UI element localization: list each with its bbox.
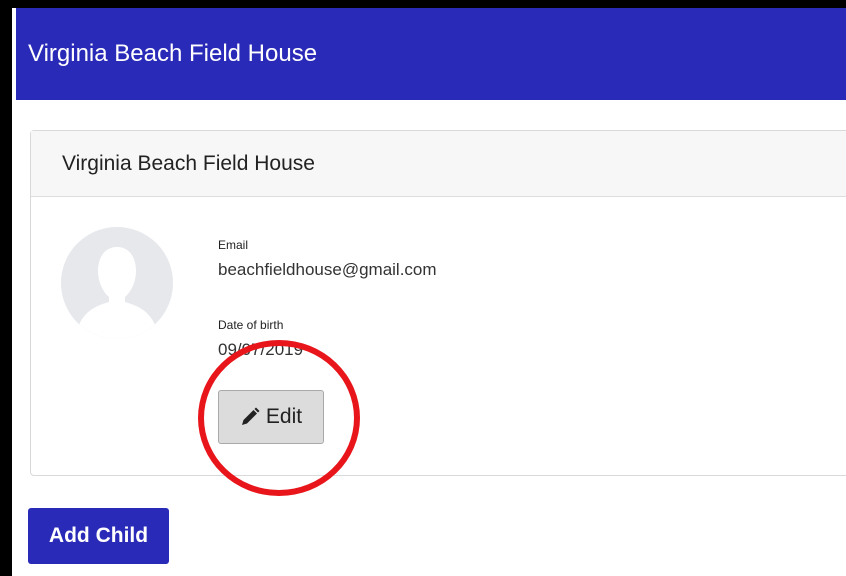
profile-card: Virginia Beach Field House Email beachfi…	[30, 130, 846, 476]
dob-label: Date of birth	[218, 318, 284, 332]
app-title: Virginia Beach Field House	[28, 40, 318, 67]
user-silhouette-icon	[61, 227, 173, 339]
app-header: Virginia Beach Field House	[16, 8, 846, 100]
app-frame: Virginia Beach Field House Virginia Beac…	[12, 8, 846, 576]
pencil-icon	[241, 407, 260, 425]
card-header: Virginia Beach Field House	[31, 131, 846, 197]
email-label: Email	[218, 238, 249, 252]
edit-button[interactable]: Edit	[218, 390, 324, 444]
dob-value: 09/07/2019	[218, 340, 304, 359]
add-child-label: Add Child	[48, 524, 149, 547]
avatar-svg	[61, 227, 173, 339]
edit-button-label: Edit	[265, 405, 303, 428]
card-title: Virginia Beach Field House	[62, 151, 315, 175]
email-value: beachfieldhouse@gmail.com	[218, 260, 437, 279]
add-child-button[interactable]: Add Child	[28, 508, 169, 564]
